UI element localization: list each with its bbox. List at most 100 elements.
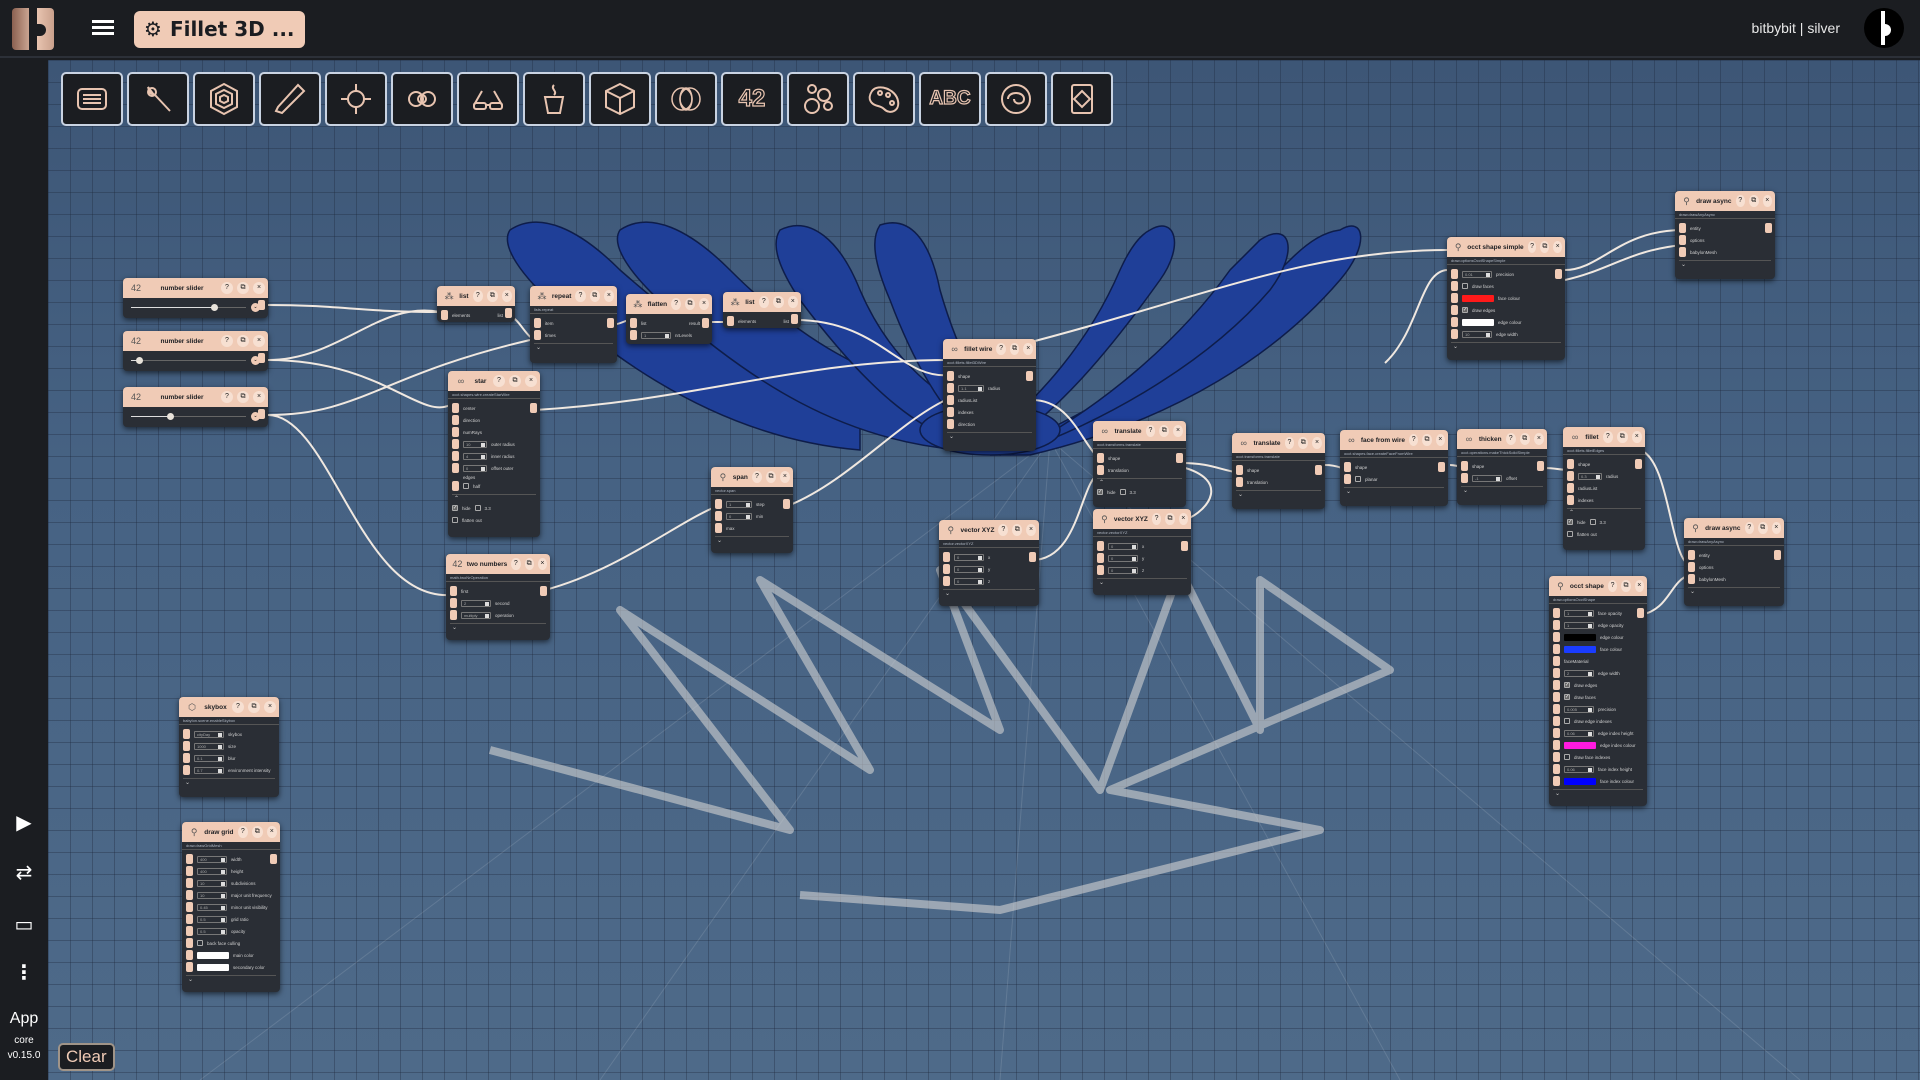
close-button[interactable]: × [253,335,265,347]
close-button[interactable]: × [266,826,278,838]
close-button[interactable]: × [787,296,799,308]
operation-select[interactable]: multiply [461,611,491,619]
input-socket[interactable] [1688,574,1695,584]
help-button[interactable]: ? [237,826,249,838]
duplicate-button[interactable]: ⧉ [765,471,776,483]
input-socket[interactable] [1451,269,1458,279]
hamburger-menu-icon[interactable] [92,20,114,38]
toolbar-lists-button[interactable] [787,72,849,126]
half-checkbox[interactable] [463,483,469,489]
hide-checkbox[interactable]: ✓ [1097,489,1103,495]
input-socket[interactable] [1553,620,1560,630]
duplicate-button[interactable]: ⧉ [1749,195,1759,207]
duplicate-button[interactable]: ⧉ [685,298,696,310]
output-socket[interactable] [702,318,709,328]
expand-checkbox[interactable] [474,505,481,511]
help-button[interactable]: ? [1735,195,1745,207]
bitbybit-logo[interactable] [12,8,54,50]
input-socket[interactable] [186,950,193,960]
input-socket[interactable] [727,316,734,326]
input-socket[interactable] [186,878,193,888]
size-input[interactable]: 1000 [194,742,224,750]
input-socket[interactable] [186,902,193,912]
node-flatten[interactable]: ⁂ flatten? ⧉ × list result 1 nrLevels [626,294,712,344]
output-socket[interactable] [258,353,265,363]
output-socket[interactable] [1026,371,1033,381]
input-socket[interactable] [452,403,459,413]
toolbar-rings-button[interactable] [655,72,717,126]
close-button[interactable]: × [1023,343,1034,355]
face-opacity-input[interactable]: 1 [1564,609,1594,617]
input-socket[interactable] [534,318,541,328]
slider-knob[interactable] [167,413,175,420]
node-repeat[interactable]: ⁂ repeat? ⧉ × lists.repeat item times ⌄ [530,286,617,363]
help-button[interactable]: ? [1284,437,1295,449]
close-button[interactable]: × [253,282,265,294]
close-button[interactable]: × [603,290,615,302]
chevron-down-icon[interactable]: ⌄ [1451,342,1561,350]
input-socket[interactable] [630,318,637,328]
close-button[interactable]: × [1026,524,1036,536]
close-button[interactable]: × [1173,425,1183,437]
flatten-toggle[interactable] [452,517,458,523]
input-socket[interactable] [186,962,193,972]
slider[interactable]: ⌄ [123,351,268,371]
input-socket[interactable] [630,330,637,340]
duplicate-button[interactable]: ⧉ [1621,580,1631,592]
toolbar-babylon-button[interactable] [457,72,519,126]
y-input[interactable]: 0 [954,565,984,573]
duplicate-button[interactable]: ⧉ [248,701,260,713]
second-input[interactable]: 2 [461,599,491,607]
close-button[interactable]: × [1771,522,1781,534]
output-socket[interactable] [1438,462,1445,472]
output-socket[interactable] [1765,223,1772,233]
input-socket[interactable] [452,463,459,473]
hide-checkbox[interactable]: ✓ [1567,519,1573,525]
node-translate[interactable]: ∞ translate? ⧉ × occt.transforms.translate … [1093,421,1186,507]
input-socket[interactable] [534,330,541,340]
input-socket[interactable] [1451,293,1458,303]
input-socket[interactable] [186,926,193,936]
input-socket[interactable] [186,938,193,948]
duplicate-button[interactable]: ⧉ [237,391,249,403]
duplicate-button[interactable]: ⧉ [1617,431,1628,443]
close-button[interactable]: × [699,298,709,310]
edge-index-colour-swatch[interactable] [1564,741,1596,749]
close-button[interactable]: × [1533,433,1545,445]
output-socket[interactable] [270,854,277,864]
input-socket[interactable] [1553,608,1560,618]
input-socket[interactable] [1553,632,1560,642]
node-list[interactable]: ⁂ list? ⧉ × elements list [437,286,515,322]
help-button[interactable]: ? [1408,434,1419,446]
help-button[interactable]: ? [493,375,505,387]
chevron-down-icon[interactable]: ⌄ [943,589,1035,597]
output-socket[interactable] [505,308,512,318]
input-socket[interactable] [186,866,193,876]
close-button[interactable]: × [1178,513,1189,525]
input-socket[interactable] [947,395,954,405]
expand-checkbox[interactable] [1589,519,1596,525]
help-button[interactable]: ? [1607,580,1618,592]
output-socket[interactable] [1555,269,1562,279]
node-two-numbers[interactable]: 42 two numbers? ⧉ × math.twoNrOperation fir… [446,554,550,640]
output-socket[interactable] [1637,608,1644,618]
input-socket[interactable] [1553,644,1560,654]
subdivisions-input[interactable]: 10 [197,879,227,887]
chevron-up-icon[interactable]: ⌃ [1097,478,1182,486]
input-socket[interactable] [947,383,954,393]
node-fillet[interactable]: ∞ fillet? ⧉ × occt.fillets.filletEdges shap… [1563,427,1645,550]
chevron-down-icon[interactable]: ⌄ [1553,789,1643,797]
swap-icon[interactable]: ⇄ [0,860,48,884]
close-button[interactable]: × [1435,434,1445,446]
node-draw-async[interactable]: ⚲ draw async? ⧉ × draw.drawAnyAsync entity … [1675,191,1775,279]
slider[interactable]: ⌄ [123,407,268,427]
node-draw-async[interactable]: ⚲ draw async? ⧉ × draw.drawAnyAsync entity … [1684,518,1784,606]
output-socket[interactable] [258,409,265,419]
input-socket[interactable] [1679,223,1686,233]
node-number-slider[interactable]: 42 number slider? ⧉ × ⌄ [123,387,268,427]
help-button[interactable]: ? [751,471,762,483]
user-avatar[interactable] [1864,8,1904,48]
back-face-culling-checkbox[interactable] [197,940,203,946]
outer-radius-input[interactable]: 10 [463,440,487,448]
help-button[interactable]: ? [671,298,682,310]
